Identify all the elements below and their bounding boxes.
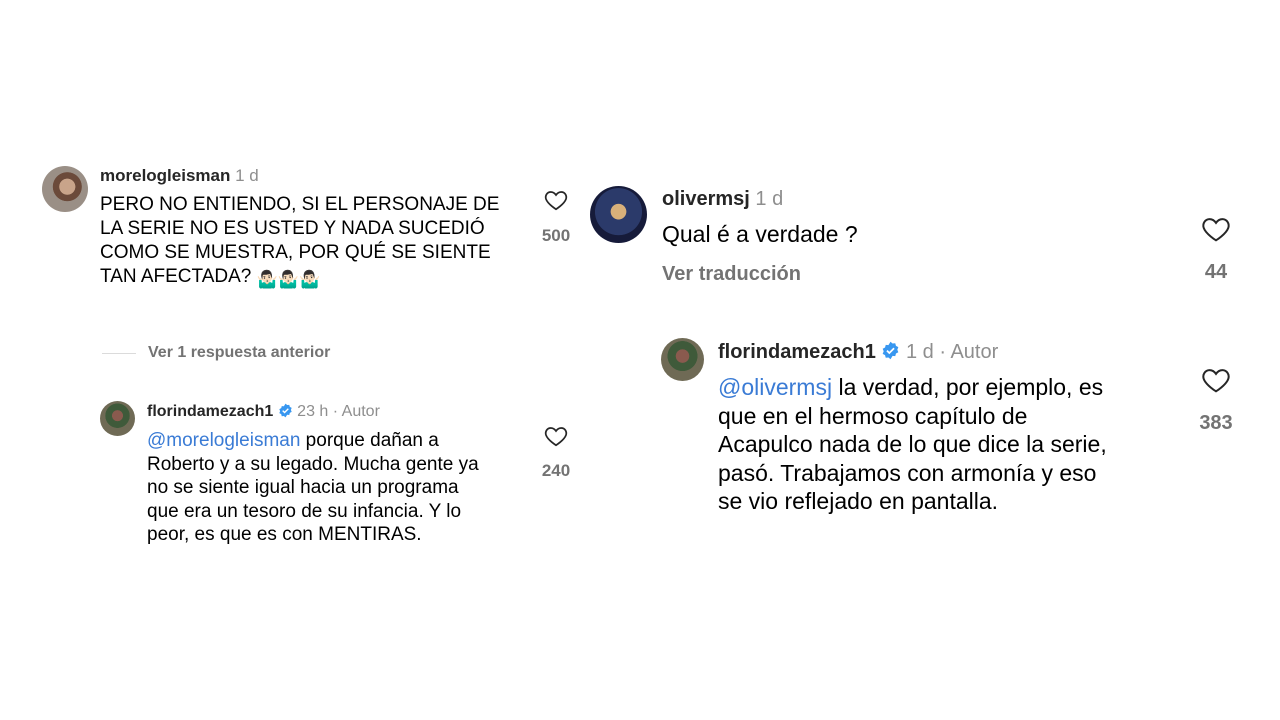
verified-badge-icon [279,403,292,418]
text-line: PERO NO ENTIENDO, SI EL PERSONAJE DE [100,194,500,215]
timestamp: 1 d [755,188,784,210]
text-line: Acapulco nada de lo que dice la serie, [718,431,1107,457]
heart-icon [544,191,568,211]
like-button[interactable] [543,187,569,213]
like-button[interactable] [543,423,569,449]
text-line: COMO SE MUESTRA, POR QUÉ SE SIENTE [100,242,491,263]
author-label: Autor [950,341,999,363]
comment-text: Qual é a verdade ? [662,221,858,247]
avatar[interactable] [661,338,704,381]
reply-text: @morelogleisman porque dañan a Roberto y… [147,429,527,547]
comment-header: olivermsj 1 d [662,188,783,211]
heart-icon [544,427,568,447]
text-line: que en el hermoso capítulo de [718,402,1028,429]
like-count: 44 [1204,261,1228,283]
text-line: no se siente igual hacia un programa [147,477,459,498]
author-label: Autor [341,403,380,420]
username[interactable]: morelogleisman [100,166,230,185]
heart-icon [1202,369,1230,393]
text-line: peor, es que es con MENTIRAS. [147,524,422,545]
text-line: que era un tesoro de su infancia. Y lo [147,500,462,522]
shrug-emoji: 🤷🏻‍♂️🤷🏻‍♂️🤷🏻‍♂️ [256,270,321,289]
mention-link[interactable]: @olivermsj [718,374,832,400]
mention-link[interactable]: @morelogleisman [147,430,300,451]
text-line: porque dañan a [300,430,439,451]
text-line: pasó. Trabajamos con armonía y eso [718,459,1097,486]
like-count: 383 [1199,412,1233,434]
comment-text: PERO NO ENTIENDO, SI EL PERSONAJE DE LA … [100,193,530,292]
username[interactable]: olivermsj [662,188,750,210]
verified-badge-icon [883,341,899,360]
text-line: Roberto y a su legado. Mucha gente ya [147,453,479,475]
text-line: LA SERIE NO ES USTED Y NADA SUCEDIÓ [100,218,485,239]
text-line: se vio reflejado en pantalla. [718,488,999,514]
like-count: 500 [541,226,571,245]
text-line: la verdad, por ejemplo, es [832,374,1104,400]
heart-icon [1202,218,1230,242]
like-button[interactable] [1200,364,1232,396]
reply-text: @olivermsj la verdad, por ejemplo, es qu… [718,373,1178,516]
view-replies-link[interactable]: Ver 1 respuesta anterior [148,344,330,362]
avatar[interactable] [590,186,647,243]
reply-header: florindamezach1 23 h · Autor [147,403,380,420]
timestamp: 1 d [235,166,259,185]
username[interactable]: florindamezach1 [718,341,876,363]
replies-divider [102,353,136,354]
text-line: TAN AFECTADA? [100,266,252,287]
username[interactable]: florindamezach1 [147,403,273,420]
avatar[interactable] [42,166,88,212]
like-button[interactable] [1200,213,1232,245]
see-translation-link[interactable]: Ver traducción [662,263,801,286]
timestamp: 1 d [905,341,934,363]
timestamp: 23 h [297,403,329,420]
comment-header: morelogleisman 1 d [100,166,259,186]
reply-header: florindamezach1 1 d · Autor [718,341,999,363]
avatar[interactable] [100,401,135,436]
like-count: 240 [541,461,571,480]
